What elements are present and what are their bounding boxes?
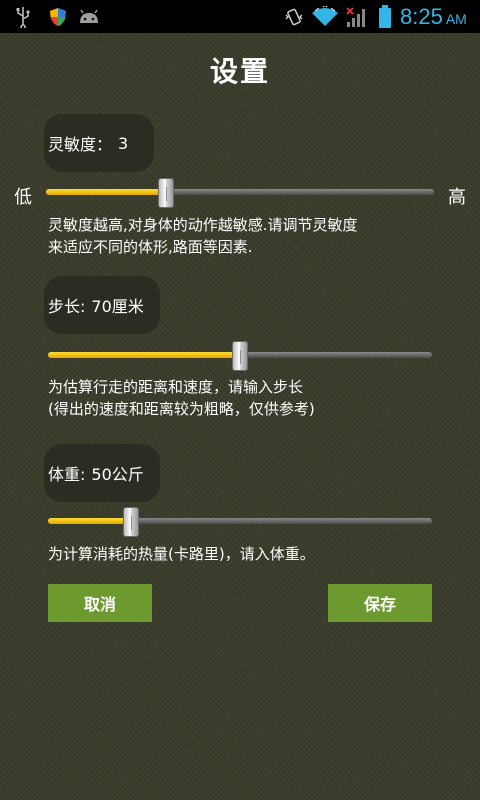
high-label: 高 bbox=[448, 187, 466, 208]
sensitivity-slider[interactable] bbox=[46, 178, 434, 208]
save-button[interactable]: 保存 bbox=[328, 584, 432, 622]
slider-thumb[interactable] bbox=[158, 178, 175, 208]
signal-icon bbox=[344, 0, 370, 33]
slider-thumb[interactable] bbox=[232, 341, 248, 371]
sensitivity-label: 灵敏度： bbox=[48, 135, 113, 154]
vibrate-icon bbox=[282, 0, 306, 33]
step-slider[interactable] bbox=[48, 341, 432, 371]
usb-icon bbox=[12, 0, 34, 33]
weight-label: 体重: bbox=[48, 465, 86, 484]
shield-icon bbox=[46, 0, 70, 33]
step-label: 步长: bbox=[48, 297, 86, 316]
android-icon bbox=[76, 0, 102, 33]
step-description: 为估算行走的距离和速度，请输入步长 (得出的速度和距离较为粗略，仅供参考) bbox=[48, 378, 315, 418]
slider-fill bbox=[48, 518, 132, 524]
step-label-box: 步长: 70厘米 bbox=[44, 276, 160, 334]
slider-fill bbox=[48, 352, 240, 358]
clock: 8:25 AM bbox=[400, 4, 467, 29]
battery-icon bbox=[376, 0, 394, 33]
weight-description: 为计算消耗的热量(卡路里)，请入体重。 bbox=[48, 545, 315, 563]
weight-slider[interactable] bbox=[48, 507, 432, 537]
slider-thumb[interactable] bbox=[123, 507, 140, 537]
step-value: 70厘米 bbox=[91, 297, 144, 316]
weight-label-box: 体重: 50公斤 bbox=[44, 444, 160, 502]
cancel-button[interactable]: 取消 bbox=[48, 584, 152, 622]
sensitivity-value: 3 bbox=[118, 133, 129, 153]
page-title: 设置 bbox=[209, 55, 270, 88]
sensitivity-label-box: 灵敏度： 3 bbox=[44, 114, 154, 172]
low-label: 低 bbox=[14, 187, 32, 208]
wifi-icon bbox=[310, 0, 340, 33]
weight-value: 50公斤 bbox=[91, 465, 144, 484]
slider-fill bbox=[46, 189, 167, 195]
status-bar: 8:25 AM bbox=[0, 0, 480, 33]
sensitivity-description: 灵敏度越高,对身体的动作越敏感.请调节灵敏度 来适应不同的体形,路面等因素. bbox=[48, 216, 358, 256]
